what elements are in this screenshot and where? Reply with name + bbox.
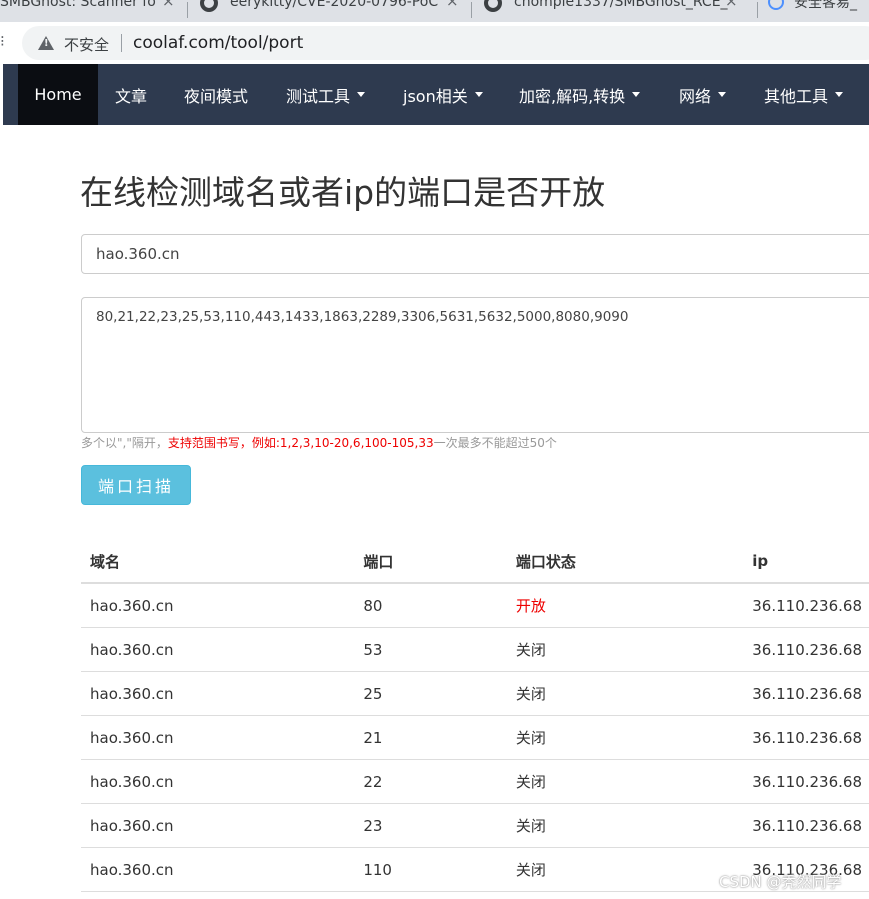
browser-tab-smbghost-rce[interactable]: chompie1337/SMBGhost_RCE_ × xyxy=(480,0,755,22)
cell-ip: 36.110.236.68 xyxy=(734,583,869,628)
url-text[interactable]: coolaf.com/tool/port xyxy=(133,33,303,53)
ports-textarea[interactable]: 80,21,22,23,25,53,110,443,1433,1863,2289… xyxy=(81,297,869,433)
cell-domain: hao.360.cn xyxy=(81,627,355,672)
browser-address-bar: ⁝ 不安全 coolaf.com/tool/port xyxy=(0,22,869,64)
cell-status-open: 开放 xyxy=(506,583,735,628)
table-row: hao.360.cn 25 关闭 36.110.236.68 xyxy=(81,671,869,716)
nav-label: 网络 xyxy=(679,86,712,106)
browser-tab-smbghost-scanner[interactable]: SMBGhost: Scanner fo × xyxy=(0,0,180,22)
cell-port: 53 xyxy=(354,627,507,672)
cell-domain: hao.360.cn xyxy=(81,715,355,760)
nav-label: 加密,解码,转换 xyxy=(519,86,626,106)
nav-night-mode[interactable]: 夜间模式 xyxy=(184,64,248,125)
nav-other-tools[interactable]: 其他工具 xyxy=(764,64,844,125)
nav-label: 测试工具 xyxy=(286,86,351,106)
page-title: 在线检测域名或者ip的端口是否开放 xyxy=(80,173,606,212)
cell-ip: 36.110.236.68 xyxy=(734,627,869,672)
cell-port: 25 xyxy=(354,671,507,716)
github-icon xyxy=(484,0,502,12)
site-favicon-icon xyxy=(768,0,784,10)
tab-close-icon[interactable]: × xyxy=(725,0,738,10)
tab-separator xyxy=(757,2,758,18)
cell-port: 80 xyxy=(354,583,507,628)
nav-test-tools[interactable]: 测试工具 xyxy=(286,64,366,125)
cell-domain: hao.360.cn xyxy=(81,671,355,716)
port-scan-button[interactable]: 端口扫描 xyxy=(81,465,191,505)
site-navbar: Home 文章 夜间模式 测试工具 json相关 加密,解码,转换 网络 其他工… xyxy=(3,64,869,125)
cell-domain: hao.360.cn xyxy=(81,803,355,848)
security-label[interactable]: 不安全 xyxy=(64,34,109,55)
tab-separator xyxy=(187,2,188,18)
chevron-down-icon xyxy=(357,92,366,97)
cell-port: 23 xyxy=(354,803,507,848)
scan-results-table: 域名 端口 端口状态 ip hao.360.cn 80 开放 36.110.23… xyxy=(81,540,869,892)
cell-ip: 36.110.236.68 xyxy=(734,803,869,848)
table-row: hao.360.cn 22 关闭 36.110.236.68 xyxy=(81,759,869,804)
header-ip: ip xyxy=(734,540,869,584)
nav-encode-decode[interactable]: 加密,解码,转换 xyxy=(519,64,641,125)
chevron-down-icon xyxy=(632,92,641,97)
table-row: hao.360.cn 21 关闭 36.110.236.68 xyxy=(81,715,869,760)
nav-label: Home xyxy=(34,85,82,104)
cell-status: 关闭 xyxy=(506,759,735,804)
hint-separator-text: 多个以","隔开， xyxy=(81,436,168,450)
nav-json[interactable]: json相关 xyxy=(403,64,483,125)
chevron-down-icon xyxy=(474,92,483,97)
table-row: hao.360.cn 23 关闭 36.110.236.68 xyxy=(81,803,869,848)
tab-close-icon[interactable]: × xyxy=(162,0,175,10)
header-status: 端口状态 xyxy=(506,540,735,584)
cell-status: 关闭 xyxy=(506,671,735,716)
domain-input[interactable] xyxy=(81,234,869,274)
cell-ip: 36.110.236.68 xyxy=(734,759,869,804)
cell-ip: 36.110.236.68 xyxy=(734,671,869,716)
csdn-watermark: CSDN @秃然同学 xyxy=(719,873,842,891)
table-row: hao.360.cn 80 开放 36.110.236.68 xyxy=(81,583,869,628)
nav-network[interactable]: 网络 xyxy=(679,64,727,125)
cell-status: 关闭 xyxy=(506,847,735,892)
github-icon xyxy=(200,0,218,12)
nav-label: 其他工具 xyxy=(764,86,829,106)
cell-status: 关闭 xyxy=(506,803,735,848)
cell-domain: hao.360.cn xyxy=(81,583,355,628)
ports-hint: 多个以","隔开，支持范围书写，例如:1,2,3,10-20,6,100-105… xyxy=(81,434,557,451)
nav-label: json相关 xyxy=(403,86,468,106)
hint-range-text: 支持范围书写，例如:1,2,3,10-20,6,100-105,33 xyxy=(167,436,434,450)
omnibox-divider xyxy=(121,34,122,52)
cell-ip: 36.110.236.68 xyxy=(734,715,869,760)
tab-title: SMBGhost: Scanner fo xyxy=(0,0,156,10)
chevron-down-icon xyxy=(835,92,844,97)
nav-home[interactable]: Home xyxy=(18,64,98,125)
nav-label: 文章 xyxy=(115,86,148,106)
header-port: 端口 xyxy=(354,540,507,584)
browser-tab-anquanke[interactable]: 安全客易_ xyxy=(766,0,869,22)
cell-status: 关闭 xyxy=(506,627,735,672)
table-header-row: 域名 端口 端口状态 ip xyxy=(81,540,869,584)
browser-tab-strip: SMBGhost: Scanner fo × eerykitty/CVE-202… xyxy=(0,0,869,22)
reload-icon[interactable]: ⁝ xyxy=(0,32,5,50)
tab-separator xyxy=(471,2,472,18)
cell-port: 110 xyxy=(354,847,507,892)
cell-port: 21 xyxy=(354,715,507,760)
cell-port: 22 xyxy=(354,759,507,804)
cell-domain: hao.360.cn xyxy=(81,847,355,892)
tab-close-icon[interactable]: × xyxy=(446,0,459,10)
nav-label: 夜间模式 xyxy=(184,86,249,106)
cell-domain: hao.360.cn xyxy=(81,759,355,804)
hint-limit-text: 一次最多不能超过50个 xyxy=(433,436,557,450)
tab-title: 安全客易_ xyxy=(794,0,857,11)
url-omnibox[interactable]: 不安全 coolaf.com/tool/port xyxy=(22,26,869,60)
browser-tab-cve-poc[interactable]: eerykitty/CVE-2020-0796-PoC × xyxy=(196,0,466,22)
tab-title: chompie1337/SMBGhost_RCE_ xyxy=(514,0,728,10)
tab-title: eerykitty/CVE-2020-0796-PoC xyxy=(230,0,439,10)
cell-status: 关闭 xyxy=(506,715,735,760)
table-row: hao.360.cn 53 关闭 36.110.236.68 xyxy=(81,627,869,672)
warning-icon[interactable] xyxy=(38,36,54,50)
chevron-down-icon xyxy=(718,92,727,97)
header-domain: 域名 xyxy=(81,540,355,584)
nav-articles[interactable]: 文章 xyxy=(115,64,147,125)
